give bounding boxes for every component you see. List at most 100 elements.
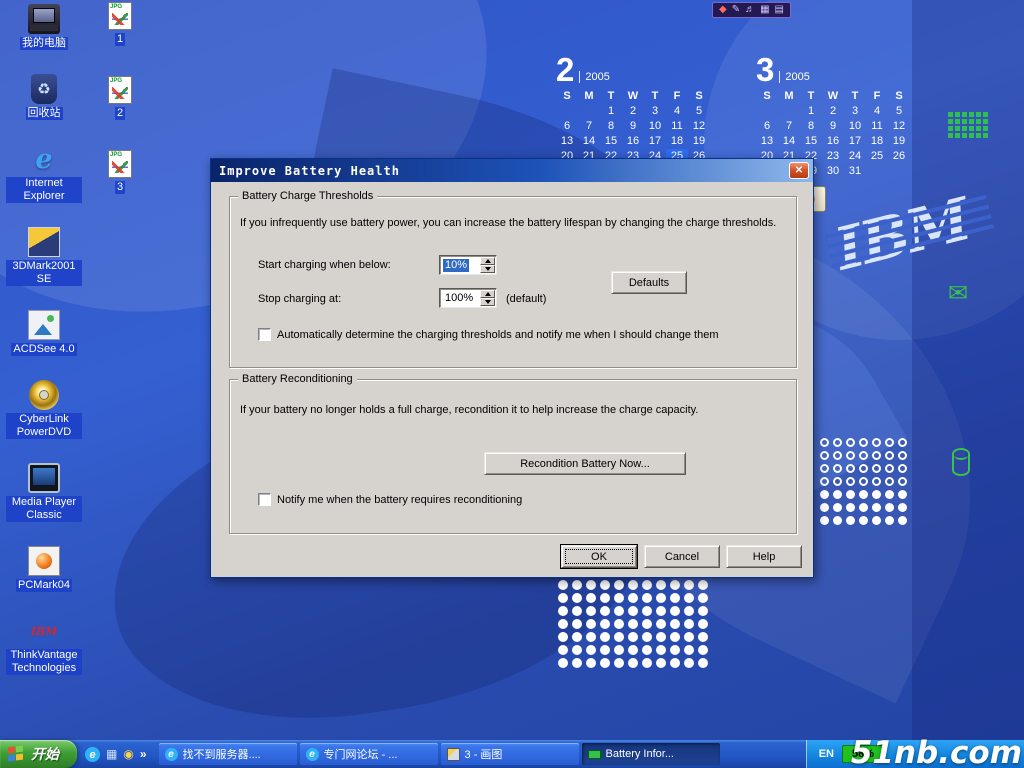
dot [628, 606, 638, 616]
desktop-icon-jpg-1[interactable]: JPG1 [92, 2, 148, 46]
desktop-icon-label: 3DMark2001 SE [6, 260, 82, 286]
pen-icon[interactable]: ✎ [732, 3, 740, 17]
desktop-icon-label: Internet Explorer [6, 177, 82, 203]
envelope-icon: ✉ [948, 282, 968, 306]
dot [572, 580, 582, 590]
calendar-day: 3 [644, 104, 666, 119]
show-desktop-icon[interactable]: ▦ [106, 746, 117, 762]
task-button-battery-information[interactable]: Battery Infor... [582, 743, 720, 765]
spin-down-button[interactable] [480, 298, 495, 306]
auto-thresholds-checkbox[interactable] [258, 328, 271, 341]
dot [586, 606, 596, 616]
desktop-icon-3dmark2001-se[interactable]: 3DMark2001 SE [6, 227, 82, 286]
dot [698, 632, 708, 642]
dot [600, 619, 610, 629]
desktop-icon-column-2: JPG1 JPG2 JPG3 [92, 2, 148, 194]
recycle-bin-icon: ♻ [31, 74, 57, 104]
calendar-day [778, 104, 800, 119]
desktop-icon-media-player-classic[interactable]: Media Player Classic [6, 463, 82, 522]
spin-down-button[interactable] [480, 265, 495, 273]
calendar-day: 2 [622, 104, 644, 119]
dot [614, 632, 624, 642]
calendar-day: 18 [666, 134, 688, 149]
cancel-button[interactable]: Cancel [644, 545, 720, 568]
spin-up-button[interactable] [480, 290, 495, 298]
dot [872, 464, 881, 473]
battery-reconditioning-group: Battery Reconditioning If your battery n… [229, 379, 797, 534]
calendar-day [866, 164, 888, 179]
dot [859, 464, 868, 473]
calendar-day [888, 164, 910, 179]
ie-icon [165, 748, 178, 761]
calendar-day: 14 [578, 134, 600, 149]
dot [698, 606, 708, 616]
desktop-icon-thinkvantage-technologies[interactable]: IBMThinkVantage Technologies [6, 616, 82, 675]
task-button-paint[interactable]: 3 - 画图 [441, 743, 579, 765]
dot [885, 490, 894, 499]
keyboard-icon[interactable]: ▦ [760, 3, 769, 17]
recondition-battery-button[interactable]: Recondition Battery Now... [484, 452, 686, 475]
default-note: (default) [506, 293, 546, 306]
calendar-weekday: S [888, 89, 910, 104]
dot [820, 516, 829, 525]
desktop-icon-label: 2 [115, 107, 125, 120]
language-indicator[interactable]: EN [819, 748, 834, 760]
quick-launch: e ▦ ◉ » [77, 746, 155, 762]
dot [885, 451, 894, 460]
thinkvantage-technologies-icon: IBM [28, 616, 60, 646]
desktop-icon-pcmark04[interactable]: PCMark04 [6, 546, 82, 592]
dot [614, 580, 624, 590]
calendar-day: 12 [688, 119, 710, 134]
desktop-icon-recycle-bin[interactable]: ♻回收站 [6, 74, 82, 120]
options-icon[interactable]: ▤ [775, 3, 784, 17]
dot [600, 632, 610, 642]
internet-explorer-icon[interactable]: e [85, 747, 100, 762]
start-charging-spinner[interactable]: 10% [439, 255, 497, 275]
dot [872, 490, 881, 499]
calendar-weekday: S [688, 89, 710, 104]
desktop-icon-jpg-3[interactable]: JPG3 [92, 150, 148, 194]
dot [898, 464, 907, 473]
defaults-button[interactable]: Defaults [611, 271, 687, 294]
improve-battery-health-dialog: Improve Battery Health ✕ Battery Charge … [210, 158, 814, 578]
dot [698, 580, 708, 590]
task-button-server-not-found[interactable]: 找不到服务器.... [159, 743, 297, 765]
desktop-icon-internet-explorer[interactable]: eInternet Explorer [6, 144, 82, 203]
calendar-day: 3 [844, 104, 866, 119]
start-button[interactable]: 开始 [0, 740, 77, 768]
calendar-day: 11 [866, 119, 888, 134]
task-button-forum[interactable]: 专门网论坛 - ... [300, 743, 438, 765]
desktop-icon-jpg-2[interactable]: JPG2 [92, 76, 148, 120]
help-button[interactable]: Help [726, 545, 802, 568]
desktop-icon-my-computer[interactable]: 我的电脑 [6, 4, 82, 50]
3dmark2001-se-icon [28, 227, 60, 257]
calendar-weekday: T [844, 89, 866, 104]
notify-reconditioning-checkbox[interactable] [258, 493, 271, 506]
dot [600, 580, 610, 590]
dot [684, 593, 694, 603]
media-player-icon[interactable]: ◉ [123, 746, 133, 762]
calendar-day: 4 [666, 104, 688, 119]
spin-up-button[interactable] [480, 257, 495, 265]
stop-charging-spinner[interactable]: 100% [439, 288, 497, 308]
input-method-icon[interactable]: ◆ [719, 3, 727, 17]
dialog-titlebar[interactable]: Improve Battery Health ✕ [211, 159, 813, 182]
dot [656, 606, 666, 616]
desktop-icon-acdsee[interactable]: ACDSee 4.0 [6, 310, 82, 356]
stop-charging-value: 100% [443, 292, 475, 305]
desktop-icon-cyberlink-powerdvd[interactable]: CyberLink PowerDVD [6, 380, 82, 439]
close-icon[interactable]: ✕ [789, 162, 809, 179]
ok-button[interactable]: OK [561, 545, 637, 568]
dot-pattern-small [820, 438, 911, 529]
calendar-day: 15 [600, 134, 622, 149]
calendar-day: 8 [600, 119, 622, 134]
calendar-year: 2005 [779, 71, 809, 83]
dot [859, 451, 868, 460]
arrow-up-icon [485, 292, 491, 296]
speaker-icon[interactable]: ♬ [745, 3, 755, 17]
expand-icon[interactable]: » [140, 746, 147, 762]
calendar-weekday: F [666, 89, 688, 104]
calendar-weekday: T [600, 89, 622, 104]
language-bar[interactable]: ◆ ✎ ♬ ▦ ▤ [712, 2, 791, 18]
arrow-down-icon [485, 300, 491, 304]
